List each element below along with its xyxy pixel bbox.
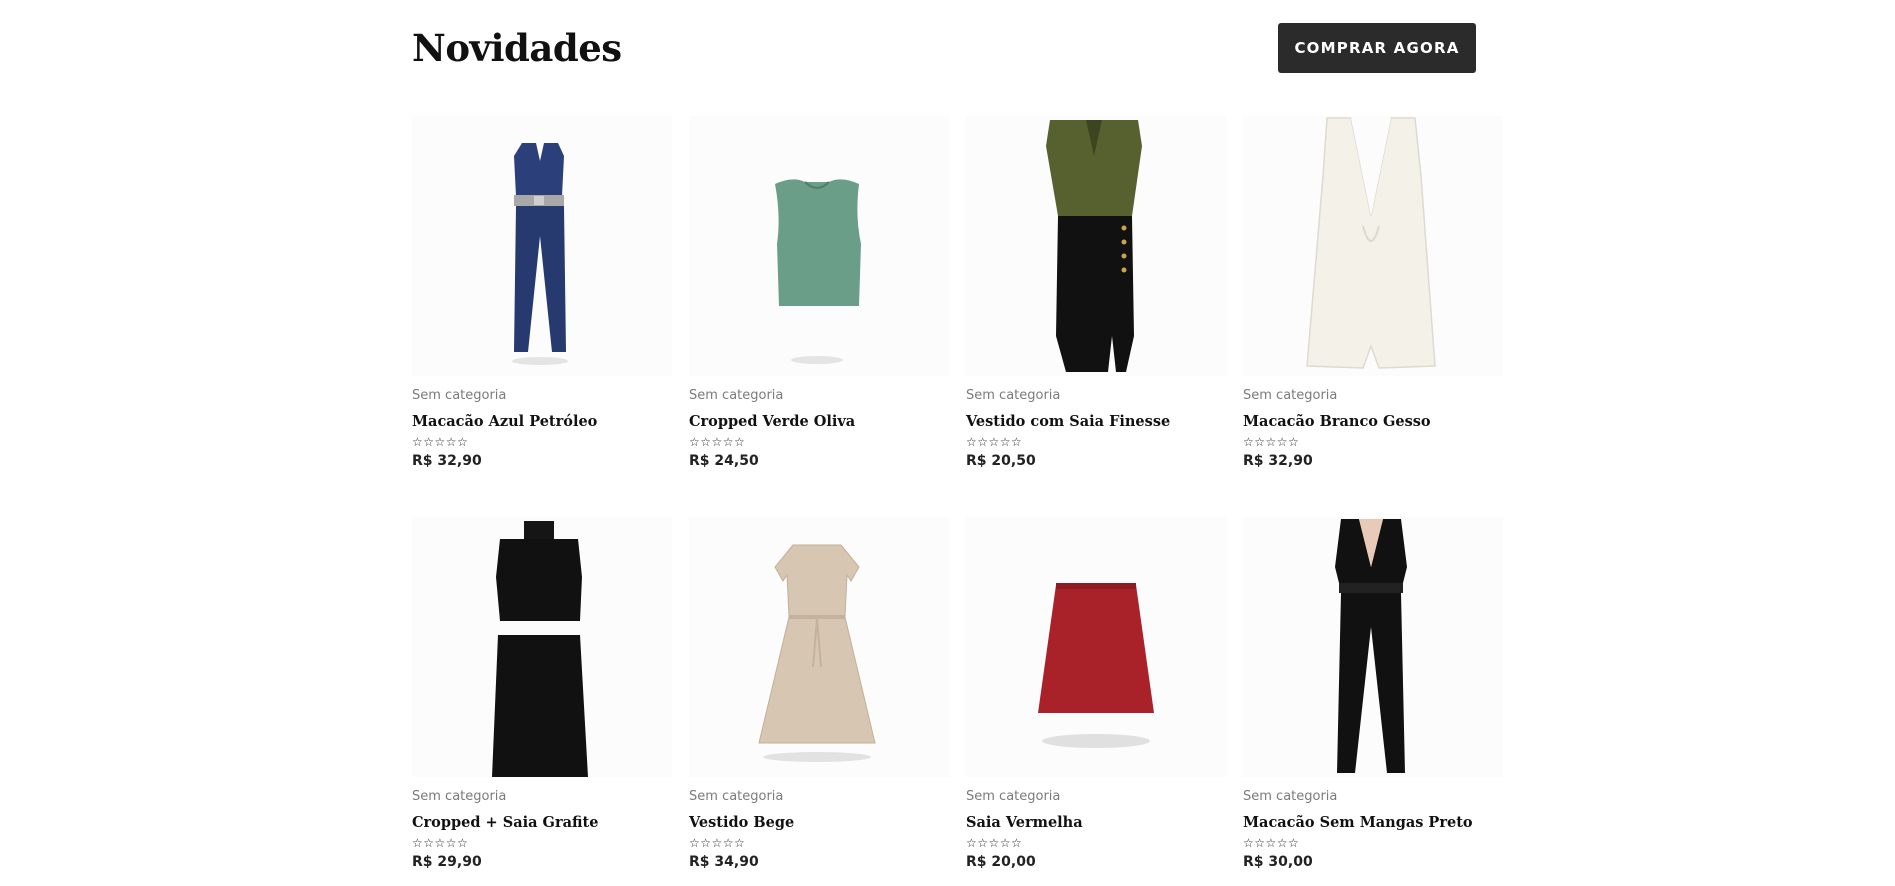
product-category[interactable]: Sem categoria: [412, 388, 672, 403]
product-category[interactable]: Sem categoria: [689, 789, 949, 804]
product-price: R$ 29,90: [412, 854, 482, 870]
product-category[interactable]: Sem categoria: [1243, 789, 1503, 804]
rating-stars-icon: ☆☆☆☆☆: [1243, 836, 1300, 850]
product-name[interactable]: Macacão Azul Petróleo: [412, 413, 672, 430]
product-card[interactable]: Sem categoria Macacão Branco Gesso ☆☆☆☆☆…: [1243, 116, 1503, 469]
product-name[interactable]: Macacão Branco Gesso: [1243, 413, 1503, 430]
product-image-skirt-red[interactable]: [966, 517, 1226, 777]
product-name[interactable]: Cropped Verde Oliva: [689, 413, 949, 430]
product-card[interactable]: Sem categoria Cropped Verde Oliva ☆☆☆☆☆ …: [689, 116, 949, 469]
product-price: R$ 34,90: [689, 854, 759, 870]
product-price: R$ 30,00: [1243, 854, 1313, 870]
rating-stars-icon: ☆☆☆☆☆: [412, 836, 469, 850]
product-card[interactable]: Sem categoria Vestido com Saia Finesse ☆…: [966, 116, 1226, 469]
product-card[interactable]: Sem categoria Cropped + Saia Grafite ☆☆☆…: [412, 517, 672, 870]
rating-stars-icon: ☆☆☆☆☆: [689, 435, 746, 449]
product-price: R$ 20,50: [966, 453, 1036, 469]
product-name[interactable]: Vestido com Saia Finesse: [966, 413, 1226, 430]
product-image-jumpsuit-navy[interactable]: [412, 116, 672, 376]
product-category[interactable]: Sem categoria: [1243, 388, 1503, 403]
shop-now-button[interactable]: COMPRAR AGORA: [1278, 23, 1476, 73]
product-card[interactable]: Sem categoria Vestido Bege ☆☆☆☆☆ R$ 34,9…: [689, 517, 949, 870]
product-image-dress-olive-black[interactable]: [966, 116, 1226, 376]
section-title: Novidades: [412, 26, 622, 70]
product-name[interactable]: Saia Vermelha: [966, 814, 1226, 831]
product-image-crop-top-green[interactable]: [689, 116, 949, 376]
product-category[interactable]: Sem categoria: [412, 789, 672, 804]
product-card[interactable]: Sem categoria Macacão Azul Petróleo ☆☆☆☆…: [412, 116, 672, 469]
rating-stars-icon: ☆☆☆☆☆: [1243, 435, 1300, 449]
product-price: R$ 24,50: [689, 453, 759, 469]
product-category[interactable]: Sem categoria: [966, 789, 1226, 804]
product-image-dress-beige[interactable]: [689, 517, 949, 777]
product-image-jumpsuit-black[interactable]: [1243, 517, 1503, 777]
product-image-two-piece-black[interactable]: [412, 517, 672, 777]
product-name[interactable]: Vestido Bege: [689, 814, 949, 831]
product-price: R$ 32,90: [1243, 453, 1313, 469]
product-price: R$ 32,90: [412, 453, 482, 469]
product-name[interactable]: Macacão Sem Mangas Preto: [1243, 814, 1503, 831]
rating-stars-icon: ☆☆☆☆☆: [689, 836, 746, 850]
product-category[interactable]: Sem categoria: [966, 388, 1226, 403]
rating-stars-icon: ☆☆☆☆☆: [966, 435, 1023, 449]
product-image-romper-white[interactable]: [1243, 116, 1503, 376]
product-card[interactable]: Sem categoria Macacão Sem Mangas Preto ☆…: [1243, 517, 1503, 870]
product-price: R$ 20,00: [966, 854, 1036, 870]
rating-stars-icon: ☆☆☆☆☆: [966, 836, 1023, 850]
product-category[interactable]: Sem categoria: [689, 388, 949, 403]
product-name[interactable]: Cropped + Saia Grafite: [412, 814, 672, 831]
rating-stars-icon: ☆☆☆☆☆: [412, 435, 469, 449]
product-card[interactable]: Sem categoria Saia Vermelha ☆☆☆☆☆ R$ 20,…: [966, 517, 1226, 870]
